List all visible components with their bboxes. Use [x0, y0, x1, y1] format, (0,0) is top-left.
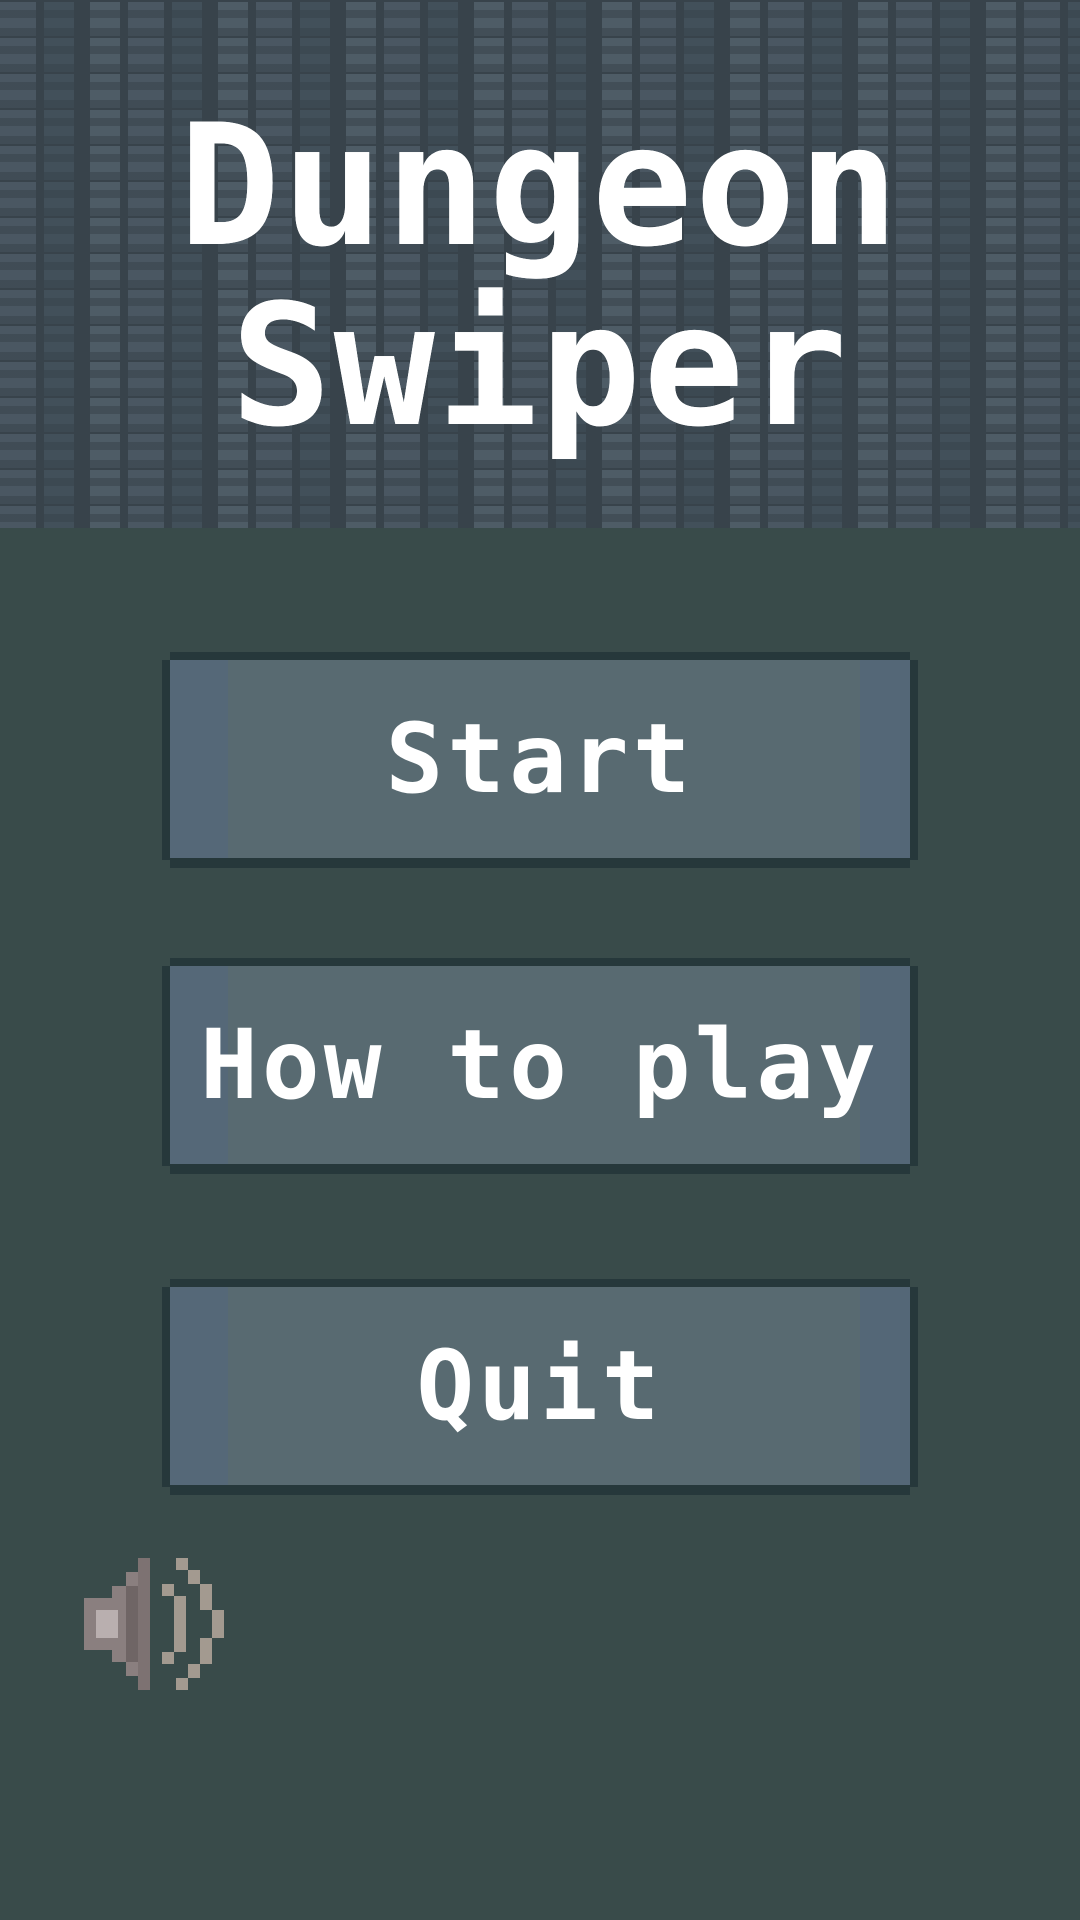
- quit-button-label: Quit: [416, 1330, 664, 1442]
- speaker-volume-icon: [84, 1558, 224, 1690]
- start-button-label: Start: [385, 703, 695, 815]
- title-line-1: Dungeon: [178, 88, 901, 284]
- game-title: Dungeon Swiper: [0, 96, 1080, 456]
- main-menu-screen: Dungeon Swiper Start How to play Quit: [0, 0, 1080, 1920]
- sound-toggle-button[interactable]: [84, 1558, 228, 1690]
- start-button[interactable]: Start: [162, 652, 918, 868]
- brick-wall-header: Dungeon Swiper: [0, 0, 1080, 528]
- quit-button[interactable]: Quit: [162, 1279, 918, 1495]
- title-line-2: Swiper: [230, 268, 850, 464]
- how-to-play-button[interactable]: How to play: [162, 958, 918, 1174]
- how-to-play-button-label: How to play: [200, 1009, 880, 1121]
